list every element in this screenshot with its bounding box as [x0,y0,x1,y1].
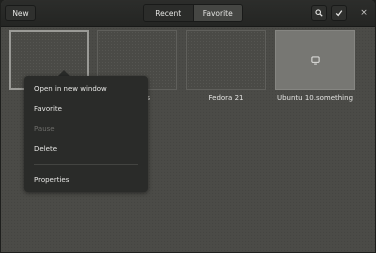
menu-item-properties[interactable]: Properties [34,176,69,184]
box-label-ubuntu: Ubuntu 10.something [276,94,354,102]
box-label-fedora: Fedora 21 [208,94,244,102]
context-menu: Open in new window Favorite Pause Delete… [24,76,148,192]
close-button[interactable]: × [358,5,370,21]
box-thumbnail-ubuntu[interactable] [275,30,355,90]
select-button[interactable] [331,5,347,21]
menu-separator [34,164,138,165]
menu-item-open-new-window[interactable]: Open in new window [34,85,107,93]
header-bar: New Recent Favorite × [1,0,375,27]
menu-item-favorite[interactable]: Favorite [34,105,62,113]
box-thumbnail-fedora[interactable] [186,30,266,90]
view-switcher: Recent Favorite [143,4,243,22]
boxes-window: New Recent Favorite × tinuous [1,0,375,252]
tab-favorite[interactable]: Favorite [193,5,242,21]
tab-recent[interactable]: Recent [144,5,194,21]
checkmark-icon [335,10,343,17]
monitor-icon [310,55,320,65]
menu-item-pause: Pause [34,125,55,133]
search-icon [315,9,323,17]
new-button[interactable]: New [5,5,36,21]
menu-item-delete[interactable]: Delete [34,145,57,153]
search-button[interactable] [311,5,327,21]
